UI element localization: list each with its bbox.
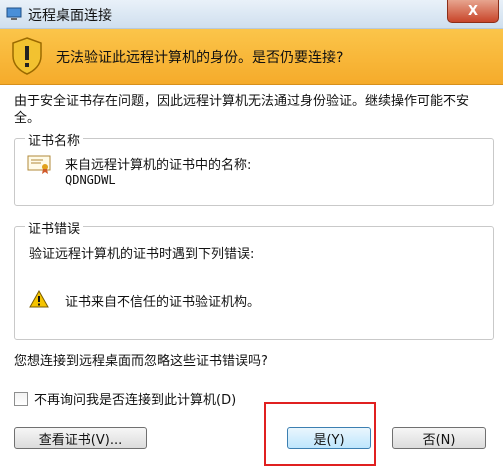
cert-error-label: 验证远程计算机的证书时遇到下列错误: xyxy=(29,247,255,262)
dont-ask-row[interactable]: 不再询问我是否连接到此计算机(D) xyxy=(14,389,236,408)
title-bar[interactable]: 远程桌面连接 X xyxy=(0,0,503,29)
highlight-box xyxy=(264,402,376,466)
cert-name-value: QDNGDWL xyxy=(65,173,116,187)
warning-icon xyxy=(29,289,49,312)
cert-name-group-title: 证书名称 xyxy=(25,130,84,149)
close-button[interactable]: X xyxy=(447,0,499,23)
remote-desktop-icon xyxy=(6,7,22,25)
shield-warning-icon xyxy=(10,36,44,80)
cert-name-group: 证书名称 来自远程计算机的证书中的名称: QDNGDWL xyxy=(14,130,494,206)
window-title: 远程桌面连接 xyxy=(28,8,112,24)
description-text: 由于安全证书存在问题，因此远程计算机无法通过身份验证。继续操作可能不安全。 xyxy=(14,94,470,126)
banner-text: 无法验证此远程计算机的身份。是否仍要连接? xyxy=(56,50,344,66)
cert-error-group-title: 证书错误 xyxy=(25,218,84,237)
cert-error-group: 证书错误 验证远程计算机的证书时遇到下列错误: 证书来自不信任的证书验证机构。 xyxy=(14,218,494,340)
view-certificate-button[interactable]: 查看证书(V)... xyxy=(14,427,147,449)
dont-ask-checkbox[interactable] xyxy=(14,391,28,406)
cert-name-label: 来自远程计算机的证书中的名称: xyxy=(65,158,252,173)
certificate-icon xyxy=(27,155,51,179)
cert-error-text: 证书来自不信任的证书验证机构。 xyxy=(65,295,261,310)
no-button[interactable]: 否(N) xyxy=(392,427,486,449)
dont-ask-label[interactable]: 不再询问我是否连接到此计算机(D) xyxy=(34,389,236,408)
question-text: 您想连接到远程桌面而忽略这些证书错误吗? xyxy=(14,354,268,369)
warning-banner: 无法验证此远程计算机的身份。是否仍要连接? xyxy=(0,29,503,85)
